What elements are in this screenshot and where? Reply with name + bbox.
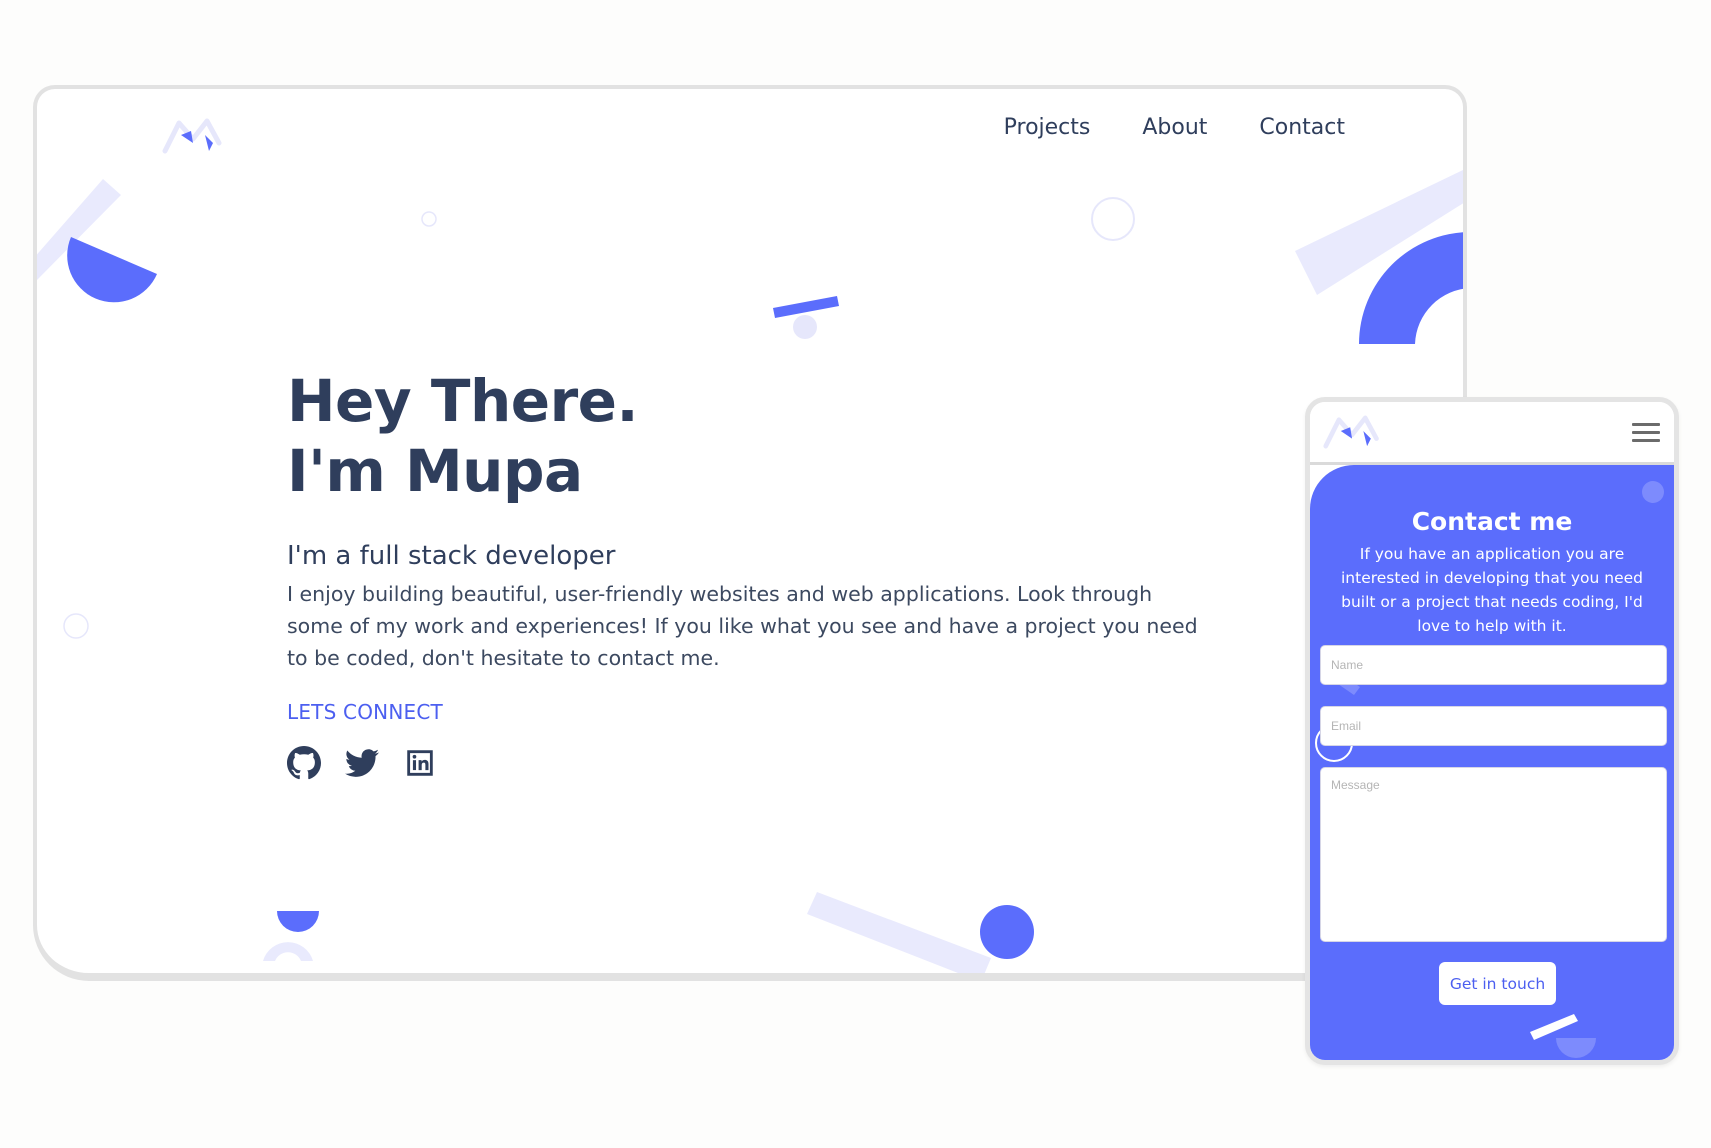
mobile-header <box>1310 402 1674 465</box>
hero-title-line-2: I'm Mupa <box>287 437 583 505</box>
nav-link-contact[interactable]: Contact <box>1259 115 1345 140</box>
hero-description: I enjoy building beautiful, user-friendl… <box>287 582 1198 670</box>
decorative-circle-outline-large <box>1091 197 1135 241</box>
decorative-shapes-bottom-center <box>807 892 1034 973</box>
email-input[interactable] <box>1320 706 1667 746</box>
github-icon[interactable] <box>287 746 321 780</box>
decorative-shapes-bottom <box>1530 1014 1596 1058</box>
m-logo-icon[interactable] <box>161 113 227 159</box>
get-in-touch-button[interactable]: Get in touch <box>1439 962 1556 1005</box>
nav-link-about[interactable]: About <box>1142 115 1207 140</box>
mobile-mockup: Contact me If you have an application yo… <box>1305 397 1679 1065</box>
hamburger-menu-icon[interactable] <box>1632 423 1660 443</box>
nav-link-projects[interactable]: Projects <box>1004 115 1091 140</box>
desktop-mockup: Projects About Contact Hey There. I'm Mu… <box>33 85 1467 981</box>
decorative-shapes-bottom-left <box>263 911 319 961</box>
social-links <box>287 746 1207 780</box>
twitter-icon[interactable] <box>345 746 379 780</box>
decorative-circle-outline-left <box>63 613 89 639</box>
name-input[interactable] <box>1320 645 1667 685</box>
hero-subtitle: I'm a full stack developer <box>287 541 616 571</box>
contact-title: Contact me <box>1411 507 1573 536</box>
hero-title: Hey There. I'm Mupa <box>287 366 1207 506</box>
decorative-dot <box>1642 481 1664 503</box>
contact-description: If you have an application you are inter… <box>1341 545 1643 635</box>
linkedin-icon[interactable] <box>403 746 437 780</box>
decorative-shapes-top-left <box>37 179 157 303</box>
lets-connect-link[interactable]: LETS CONNECT <box>287 700 443 724</box>
main-nav: Projects About Contact <box>1004 115 1345 140</box>
hero-section: Hey There. I'm Mupa I'm a full stack dev… <box>287 366 1207 780</box>
message-textarea[interactable] <box>1320 767 1667 942</box>
contact-section: Contact me If you have an application yo… <box>1310 465 1674 1060</box>
decorative-shapes-top-right <box>1295 169 1463 344</box>
decorative-circle-outline-small <box>421 211 437 227</box>
m-logo-icon[interactable] <box>1322 410 1384 454</box>
decorative-bar-and-dot <box>773 296 839 339</box>
hero-title-line-1: Hey There. <box>287 367 639 435</box>
